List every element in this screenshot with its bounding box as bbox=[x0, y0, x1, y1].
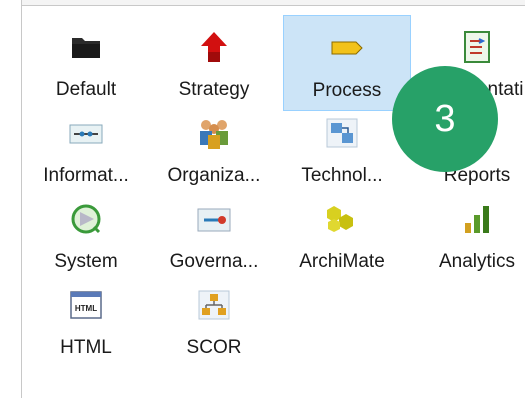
tile-label: Organiza... bbox=[167, 165, 261, 186]
implementation-icon bbox=[459, 29, 495, 65]
left-border bbox=[0, 0, 22, 398]
organization-icon bbox=[196, 115, 232, 151]
technology-icon bbox=[324, 115, 360, 151]
tile-label: Informat... bbox=[43, 165, 129, 186]
tile-label: Analytics bbox=[438, 251, 516, 272]
tile-governance[interactable]: Governa... bbox=[150, 187, 278, 283]
tile-label: Technol... bbox=[301, 165, 383, 186]
governance-icon bbox=[196, 201, 232, 237]
archimate-icon bbox=[324, 201, 360, 237]
tile-analytics[interactable]: Analytics bbox=[413, 187, 525, 283]
tile-label: ArchiMate bbox=[299, 251, 385, 272]
tile-archimate[interactable]: ArchiMate bbox=[278, 187, 406, 283]
tile-label: Strategy bbox=[178, 79, 250, 100]
analytics-icon bbox=[459, 201, 495, 237]
step-number-badge: 3 bbox=[392, 66, 498, 172]
svg-text:HTML: HTML bbox=[75, 304, 97, 313]
tile-process[interactable]: Process bbox=[283, 15, 411, 111]
top-border bbox=[0, 0, 525, 6]
tile-label: HTML bbox=[60, 337, 112, 358]
tile-label: System bbox=[54, 251, 118, 272]
tile-default[interactable]: Default bbox=[22, 15, 150, 111]
html-icon: HTML bbox=[68, 287, 104, 323]
tile-label: Process bbox=[312, 80, 382, 101]
information-icon bbox=[68, 115, 104, 151]
tile-scor[interactable]: SCOR bbox=[150, 273, 278, 369]
tile-system[interactable]: System bbox=[22, 187, 150, 283]
tile-organization[interactable]: Organiza... bbox=[150, 101, 278, 197]
strategy-icon bbox=[196, 29, 232, 65]
tile-label: SCOR bbox=[186, 337, 242, 358]
tile-technology[interactable]: Technol... bbox=[278, 101, 406, 197]
tile-strategy[interactable]: Strategy bbox=[150, 15, 278, 111]
tile-information[interactable]: Informat... bbox=[22, 101, 150, 197]
process-icon bbox=[329, 30, 365, 66]
tile-label: Default bbox=[55, 79, 117, 100]
tile-label: Governa... bbox=[169, 251, 259, 272]
folder-icon bbox=[68, 29, 104, 65]
scor-icon bbox=[196, 287, 232, 323]
tile-html[interactable]: HTML HTML bbox=[22, 273, 150, 369]
system-icon bbox=[68, 201, 104, 237]
